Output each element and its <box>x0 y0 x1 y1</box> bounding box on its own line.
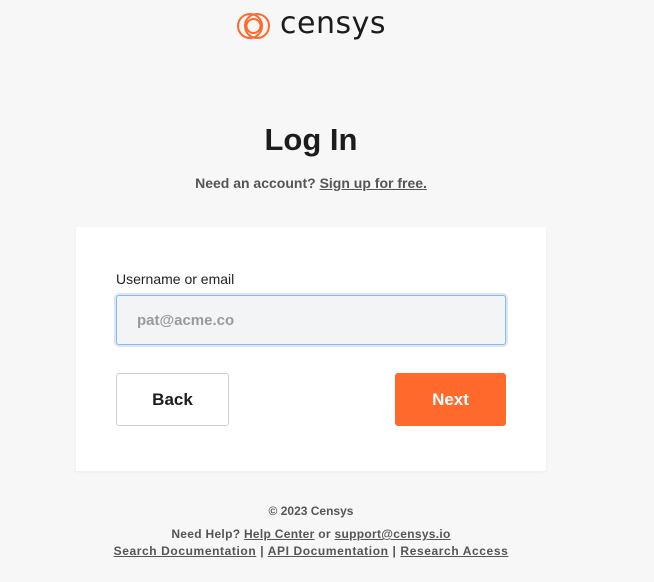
back-button[interactable]: Back <box>116 373 229 426</box>
signup-prompt-line: Need an account? Sign up for free. <box>0 175 622 191</box>
documentation-links: Search Documentation | API Documentation… <box>0 544 622 558</box>
username-input[interactable] <box>116 295 506 345</box>
support-email-link[interactable]: support@censys.io <box>335 527 451 541</box>
brand-name: censys <box>280 6 386 41</box>
link-separator: | <box>260 544 265 558</box>
help-prompt: Need Help? <box>171 527 241 541</box>
copyright-text: © 2023 Censys <box>268 504 354 518</box>
page-title: Log In <box>264 122 358 157</box>
signup-prompt-text: Need an account? <box>195 175 316 191</box>
username-label: Username or email <box>116 271 235 287</box>
help-line: Need Help? Help Center or support@censys… <box>0 527 622 541</box>
search-documentation-link[interactable]: Search Documentation <box>114 544 257 558</box>
api-documentation-link[interactable]: API Documentation <box>268 544 389 558</box>
help-center-link[interactable]: Help Center <box>244 527 315 541</box>
censys-rings-logo-icon <box>236 9 276 43</box>
help-or-text: or <box>318 527 331 541</box>
next-button[interactable]: Next <box>395 373 506 426</box>
signup-link[interactable]: Sign up for free. <box>320 175 427 191</box>
censys-logo[interactable]: censys <box>236 8 386 44</box>
link-separator: | <box>392 544 397 558</box>
research-access-link[interactable]: Research Access <box>400 544 508 558</box>
login-card: Username or email Back Next <box>76 227 546 471</box>
